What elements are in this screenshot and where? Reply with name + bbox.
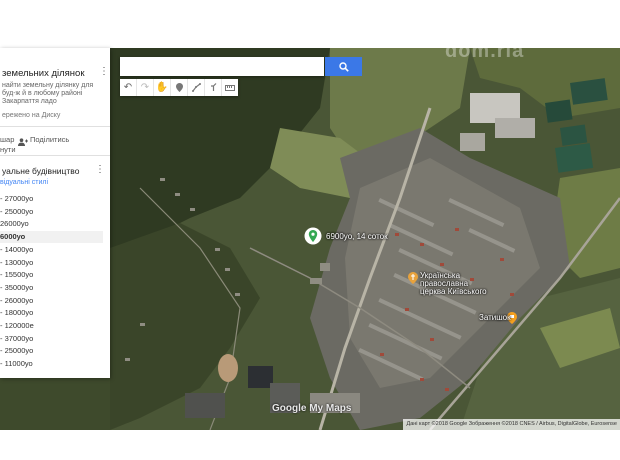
layer-item[interactable]: 26000уо [0, 218, 103, 230]
layer-item-label: - 14000уо [0, 244, 34, 254]
map-title[interactable]: земельних ділянок [2, 68, 85, 79]
directions-icon[interactable] [205, 79, 222, 96]
layer-item-label: - 25000уо [0, 346, 34, 356]
search-button[interactable] [325, 57, 362, 76]
layer-item-label: 26000уо [0, 219, 29, 229]
undo-icon[interactable]: ↶ [120, 79, 137, 96]
marker-icon[interactable] [171, 79, 188, 96]
hand-icon[interactable]: ✋ [154, 79, 171, 96]
layer-item-label: - 26000уо [0, 295, 34, 305]
more-vert-icon[interactable]: ⋮ [95, 165, 105, 175]
map-attribution: Дані карт ©2018 Google Зображення ©2018 … [403, 419, 620, 430]
layer-item[interactable]: - 18000уо [0, 307, 103, 319]
more-vert-icon[interactable]: ⋮ [99, 67, 109, 77]
ruler-icon[interactable] [222, 79, 238, 96]
map-toolbar: ↶ ↷ ✋ [120, 79, 238, 96]
redo-icon[interactable]: ↷ [137, 79, 154, 96]
church-label[interactable]: Українська православна церква Київського [420, 272, 492, 296]
layer-item[interactable]: - 120000е [0, 320, 103, 332]
layer-item[interactable]: - 25000уо [0, 345, 103, 357]
line-icon[interactable] [188, 79, 205, 96]
watermark: dom.ria [445, 40, 525, 62]
layer-item[interactable]: - 11000уо [0, 358, 103, 370]
marker-label[interactable]: 6900уо, 14 соток [326, 232, 388, 241]
layer-item[interactable]: - 26000уо [0, 295, 103, 307]
layers-panel: земельних ділянок ⋮ найти земельну ділян… [0, 48, 110, 378]
add-person-button[interactable]: Поділитись [30, 135, 69, 144]
map-description: найти земельну ділянку для буд-ж й в люб… [2, 82, 94, 105]
cafe-label[interactable]: Затишок [479, 313, 511, 322]
layer-item-label: 6000уо [0, 232, 26, 242]
layer-item-label: - 11000уо [0, 359, 33, 369]
layer-item-label: - 15500уо [0, 270, 34, 280]
google-my-maps-logo: Google My Maps [272, 403, 352, 414]
share-button[interactable]: шар [0, 135, 14, 144]
individual-styles-link[interactable]: відуальні стилі [0, 179, 48, 186]
layer-title[interactable]: уальне будівництво [2, 166, 79, 176]
layer-item[interactable]: - 15500уо [0, 269, 103, 281]
divider [0, 126, 110, 127]
divider [0, 155, 110, 156]
layer-item[interactable]: - 13000уо [0, 257, 103, 269]
layer-item[interactable]: - 35000уо [0, 282, 103, 294]
layer-item-label: - 120000е [0, 321, 34, 330]
layer-item-label: - 35000уо [0, 282, 34, 292]
open-button[interactable]: нути [0, 145, 16, 154]
layer-item-label: - 37000уо [0, 333, 34, 343]
layer-item[interactable]: - 27000уо [0, 193, 103, 205]
layer-item[interactable]: 6000уо [0, 231, 103, 244]
layer-item[interactable]: - 37000уо [0, 333, 103, 345]
layer-item-label: - 27000уо [0, 194, 34, 203]
layer-item[interactable]: - 14000уо [0, 244, 103, 256]
layer-item[interactable]: - 25000уо [0, 206, 103, 218]
layer-item-label: - 18000уо [0, 308, 34, 318]
layer-item-label: - 13000уо [0, 257, 34, 267]
person-add-icon[interactable] [18, 133, 28, 151]
search-icon [338, 61, 349, 72]
saved-note: ережено на Диску [2, 112, 61, 119]
layer-item-label: - 25000уо [0, 206, 34, 216]
search-input[interactable] [120, 57, 324, 76]
